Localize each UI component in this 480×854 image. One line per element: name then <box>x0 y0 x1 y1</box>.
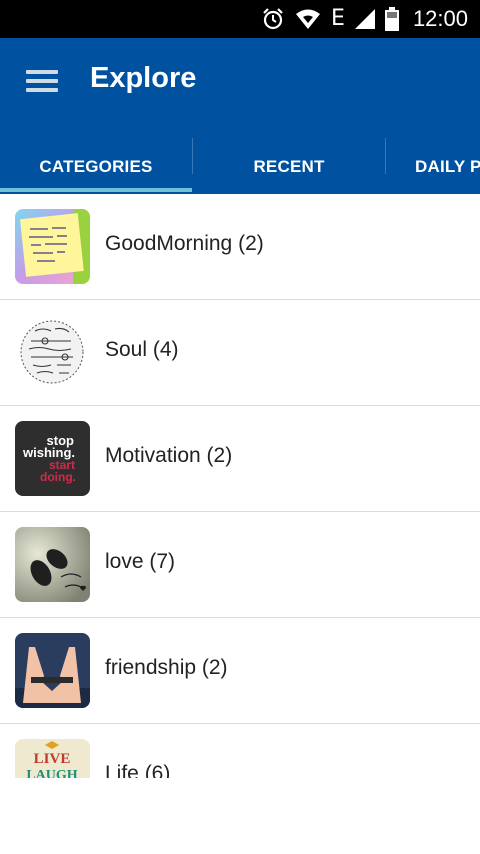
svg-text:doing.: doing. <box>40 470 76 484</box>
list-item[interactable]: LIVE LAUGH Life (6) <box>0 724 480 778</box>
tab-daily[interactable]: DAILY P <box>386 140 480 194</box>
category-label: Soul (4) <box>105 338 179 361</box>
wifi-icon <box>295 8 321 30</box>
svg-text:LIVE: LIVE <box>34 751 71 767</box>
category-label: Motivation (2) <box>105 444 233 467</box>
category-label: friendship (2) <box>105 656 228 679</box>
status-bar: E 12:00 <box>0 0 480 38</box>
tab-categories[interactable]: CATEGORIES <box>0 140 192 194</box>
category-label: Life (6) <box>105 762 171 778</box>
category-label: love (7) <box>105 550 176 573</box>
list-item[interactable]: stop wishing. start doing. Motivation (2… <box>0 406 480 512</box>
tab-recent[interactable]: RECENT <box>193 140 385 194</box>
list-item[interactable]: Soul (4) <box>0 300 480 406</box>
friendship-thumbnail-image <box>15 633 90 708</box>
category-list: GoodMorning (2) Soul (4) stop wishing. s… <box>0 194 480 778</box>
life-thumbnail-image: LIVE LAUGH <box>15 739 90 778</box>
tab-divider <box>192 138 193 174</box>
goodmorning-thumbnail-image <box>15 209 90 284</box>
list-item[interactable]: friendship (2) <box>0 618 480 724</box>
list-item[interactable]: GoodMorning (2) <box>0 194 480 300</box>
tab-recent-label: RECENT <box>253 157 325 176</box>
battery-icon <box>384 7 399 31</box>
soul-thumbnail-image <box>15 315 90 390</box>
tab-bar: CATEGORIES RECENT DAILY P <box>0 140 480 194</box>
app-bar: Explore CATEGORIES RECENT DAILY P <box>0 38 480 194</box>
status-time: 12:00 <box>412 6 468 31</box>
page-title: Explore <box>90 62 197 94</box>
svg-text:LAUGH: LAUGH <box>26 768 77 778</box>
category-label: GoodMorning (2) <box>105 232 264 255</box>
motivation-thumbnail-image: stop wishing. start doing. <box>15 421 90 496</box>
tab-divider <box>385 138 386 174</box>
network-type-label: E <box>331 6 345 31</box>
hamburger-menu-icon[interactable] <box>22 66 62 96</box>
signal-icon <box>354 9 375 29</box>
love-thumbnail-image <box>15 527 90 602</box>
alarm-icon <box>261 7 285 31</box>
list-item[interactable]: love (7) <box>0 512 480 618</box>
tab-categories-label: CATEGORIES <box>39 157 153 176</box>
tab-daily-label: DAILY P <box>415 157 480 176</box>
active-tab-indicator <box>0 188 192 192</box>
